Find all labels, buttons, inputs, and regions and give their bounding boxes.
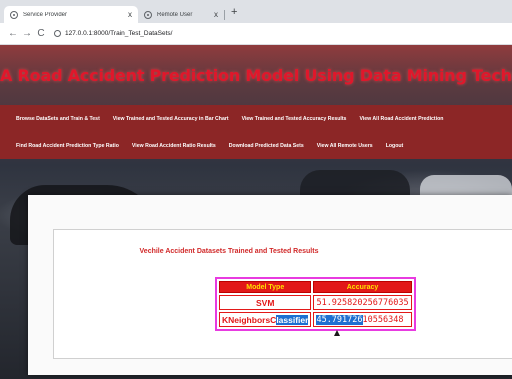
table-row: KNeighborsClassifier 45.79172610556348	[219, 312, 412, 327]
menu-ratio-results[interactable]: View Road Accident Ratio Results	[132, 143, 216, 149]
menu-row: Browse DataSets and Train & Test View Tr…	[0, 105, 512, 132]
globe-icon	[144, 10, 152, 19]
selected-text: lassifier	[276, 314, 309, 325]
tab-title: Remote User	[157, 11, 193, 18]
menu-row: Find Road Accident Prediction Type Ratio…	[0, 132, 512, 159]
accuracy-text: 10556348	[362, 314, 404, 325]
selected-text: 45.791726	[316, 314, 363, 325]
menu-prediction-type-ratio[interactable]: Find Road Accident Prediction Type Ratio	[16, 143, 119, 149]
tab-service-provider[interactable]: Service Provider x	[4, 6, 138, 23]
close-tab-icon[interactable]: x	[128, 10, 132, 19]
results-box: Vechile Accident Datasets Trained and Te…	[53, 229, 512, 359]
close-tab-icon[interactable]: x	[214, 10, 218, 19]
globe-icon	[10, 10, 18, 19]
main-menu: Browse DataSets and Train & Test View Tr…	[0, 105, 512, 159]
table-header-row: Model Type Accuracy	[219, 281, 412, 293]
menu-browse-datasets[interactable]: Browse DataSets and Train & Test	[16, 116, 100, 122]
tab-remote-user[interactable]: Remote User x	[138, 6, 224, 23]
header-accuracy: Accuracy	[313, 281, 412, 293]
accuracy-cell: 51.925820256776035	[313, 295, 412, 310]
results-table: Model Type Accuracy SVM 51.9258202567760…	[215, 277, 416, 331]
menu-logout[interactable]: Logout	[386, 143, 404, 149]
menu-download-predicted[interactable]: Download Predicted Data Sets	[229, 143, 304, 149]
site-title: A Road Accident Prediction Model Using D…	[0, 66, 512, 85]
back-arrow-icon[interactable]: ←	[6, 28, 20, 39]
browser-tab-strip: Service Provider x Remote User x +	[0, 0, 512, 23]
new-tab-button[interactable]: +	[231, 6, 237, 18]
forward-arrow-icon[interactable]: →	[20, 28, 34, 39]
model-name-text: KNeighborsC	[222, 314, 277, 325]
header-model-type: Model Type	[219, 281, 312, 293]
menu-all-predictions[interactable]: View All Road Accident Prediction	[359, 116, 443, 122]
menu-accuracy-results[interactable]: View Trained and Tested Accuracy Results	[242, 116, 347, 122]
results-title: Vechile Accident Datasets Trained and Te…	[139, 248, 319, 255]
tab-divider	[224, 10, 225, 20]
address-bar: ← → C 127.0.0.1:8000/Train_Test_DataSets…	[0, 23, 512, 45]
url-field[interactable]: 127.0.0.1:8000/Train_Test_DataSets/	[54, 30, 172, 37]
tab-title: Service Provider	[23, 11, 68, 18]
menu-accuracy-bar-chart[interactable]: View Trained and Tested Accuracy in Bar …	[113, 116, 229, 122]
table-row: SVM 51.925820256776035	[219, 295, 412, 310]
info-icon[interactable]	[54, 30, 61, 37]
accuracy-cell: 45.79172610556348	[313, 312, 412, 327]
model-name-cell: SVM	[219, 295, 312, 310]
menu-remote-users[interactable]: View All Remote Users	[317, 143, 373, 149]
url-text: 127.0.0.1:8000/Train_Test_DataSets/	[65, 30, 173, 37]
reload-icon[interactable]: C	[34, 28, 48, 39]
content-panel: Vechile Accident Datasets Trained and Te…	[28, 195, 512, 375]
web-page: A Road Accident Prediction Model Using D…	[0, 45, 512, 379]
model-name-cell: KNeighborsClassifier	[219, 312, 312, 327]
mouse-cursor-icon	[334, 330, 340, 336]
